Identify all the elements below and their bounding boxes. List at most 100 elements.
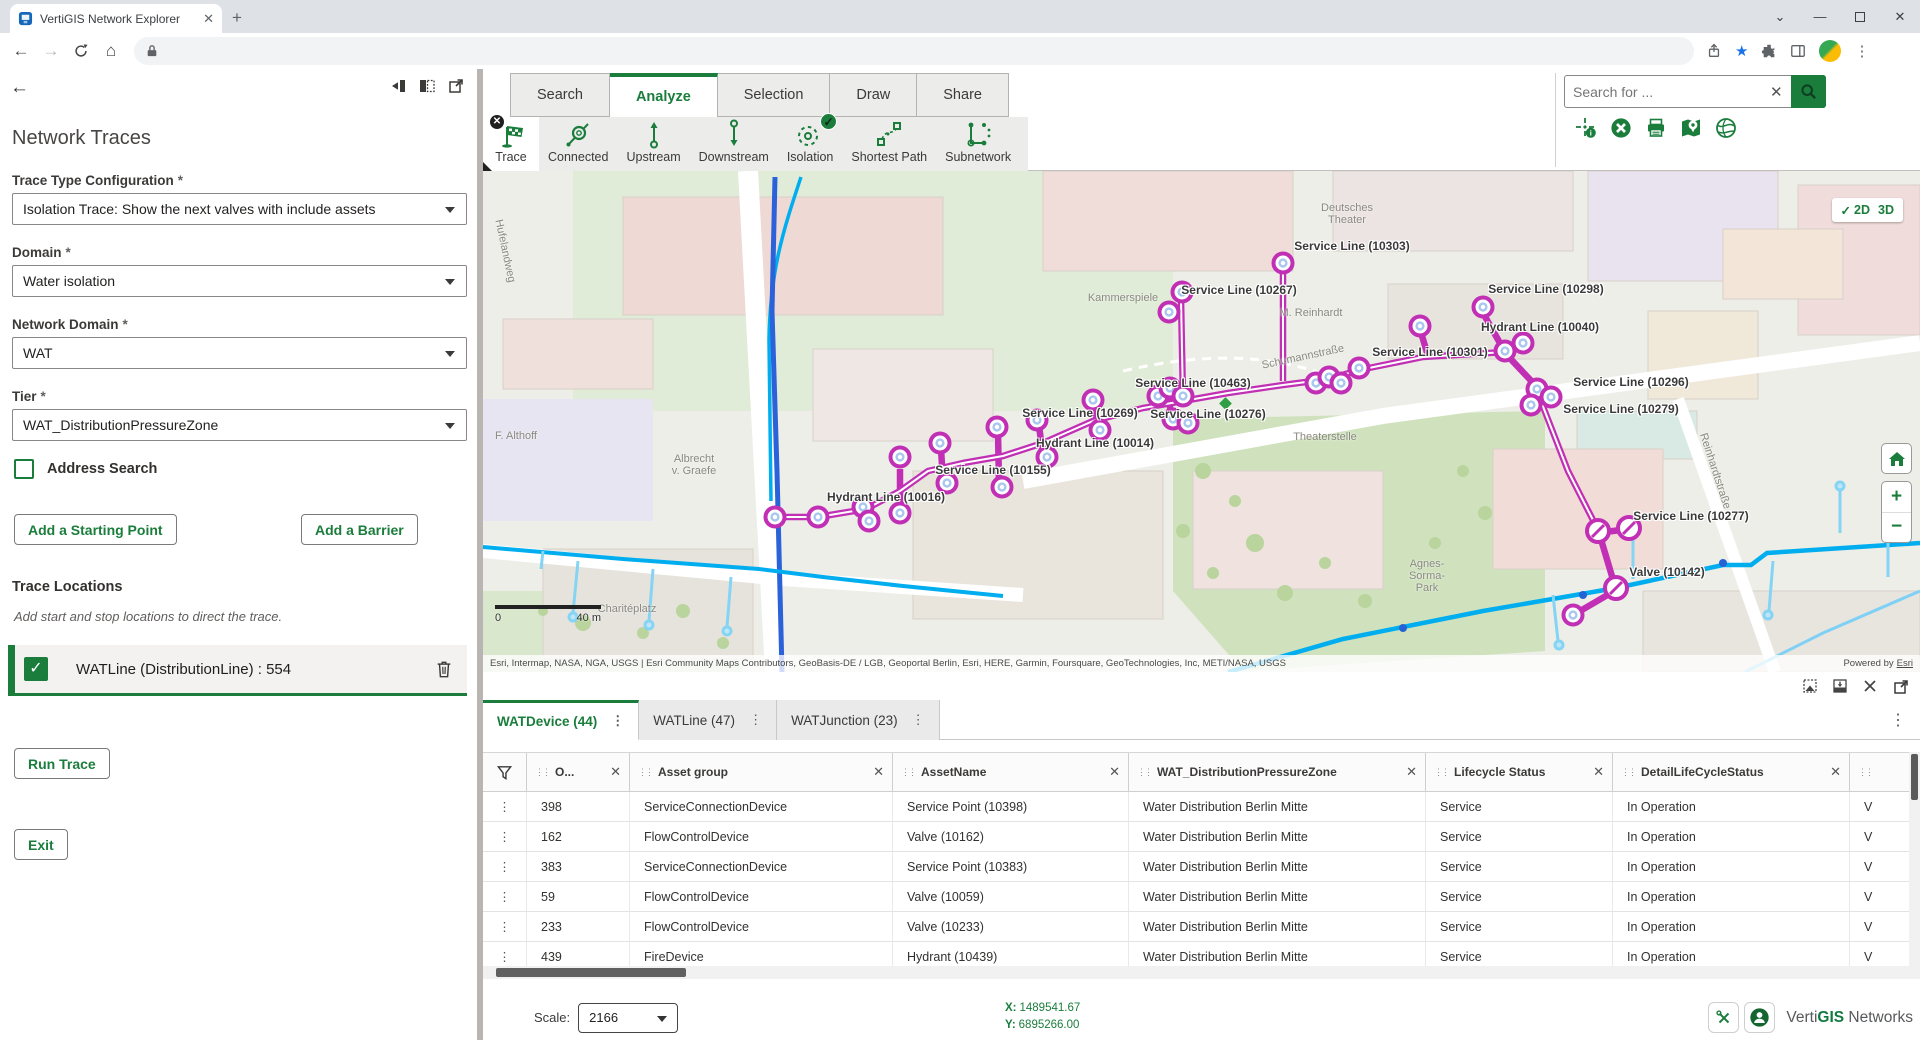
tier-select[interactable]: WAT_DistributionPressureZone [12,409,467,441]
row-menu-icon[interactable]: ⋮ [483,912,527,941]
tool-downstream[interactable]: Downstream [690,117,778,171]
drag-handle-icon[interactable]: ⋮⋮ [1621,768,1635,777]
back-icon[interactable]: ← [6,41,36,61]
trace-location-item[interactable]: ✓ WATLine (DistributionLine) : 554 [8,645,467,693]
results-tab-watline[interactable]: WATLine (47)⋮ [639,700,777,740]
network-domain-select[interactable]: WAT [12,337,467,369]
tab-draw[interactable]: Draw [830,73,917,117]
tool-upstream[interactable]: Upstream [617,117,689,171]
add-starting-point-button[interactable]: Add a Starting Point [14,514,177,545]
search-button[interactable] [1791,75,1826,108]
zoom-out-button[interactable]: − [1882,513,1911,543]
zoom-in-button[interactable]: + [1882,482,1911,513]
tool-subnetwork[interactable]: Subnetwork [936,117,1020,171]
close-icon[interactable] [1862,678,1878,694]
remove-column-icon[interactable]: ✕ [1593,764,1604,780]
row-menu-icon[interactable]: ⋮ [483,792,527,821]
bookmark-star-icon[interactable]: ★ [1735,42,1748,60]
results-tab-watjunction[interactable]: WATJunction (23)⋮ [777,700,940,740]
new-tab-button[interactable]: + [232,8,242,28]
column-header[interactable]: ⋮⋮WAT_DistributionPressureZone✕ [1129,753,1426,791]
tab-menu-icon[interactable]: ⋮ [611,713,624,729]
esri-link[interactable]: Esri [1897,658,1913,669]
tab-selection[interactable]: Selection [718,73,831,117]
extent-icon[interactable] [1802,678,1818,694]
address-search-checkbox[interactable] [14,459,34,479]
table-row[interactable]: ⋮383ServiceConnectionDeviceService Point… [483,852,1920,882]
map-search-box[interactable]: ✕ [1564,75,1826,108]
row-menu-icon[interactable]: ⋮ [483,822,527,851]
cancel-icon[interactable] [1610,117,1632,139]
filter-icon[interactable] [483,753,527,791]
table-row[interactable]: ⋮439FireDeviceHydrant (10439)Water Distr… [483,942,1920,966]
column-header[interactable]: ⋮⋮DetailLifeCycleStatus✕ [1613,753,1850,791]
table-row[interactable]: ⋮233FlowControlDeviceValve (10233)Water … [483,912,1920,942]
remove-column-icon[interactable]: ✕ [873,764,884,780]
account-button[interactable] [1744,1002,1775,1033]
tool-trace[interactable]: ✕Trace [483,117,539,171]
reload-icon[interactable] [66,43,96,59]
drag-handle-icon[interactable]: ⋮⋮ [638,768,652,777]
remove-column-icon[interactable]: ✕ [1830,764,1841,780]
tools-button[interactable] [1708,1002,1739,1033]
tab-menu-icon[interactable]: ⋮ [912,712,925,728]
item-checkbox[interactable]: ✓ [24,657,48,681]
extensions-icon[interactable] [1761,43,1777,59]
open-new-icon[interactable] [447,77,465,95]
tab-search[interactable]: Search [510,73,610,117]
table-row[interactable]: ⋮398ServiceConnectionDeviceService Point… [483,792,1920,822]
tab-close-icon[interactable]: ✕ [203,12,214,25]
url-bar[interactable] [134,37,1694,65]
tool-shortest-path[interactable]: Shortest Path [842,117,936,171]
column-header[interactable]: ⋮⋮Lifecycle Status✕ [1426,753,1613,791]
remove-column-icon[interactable]: ✕ [1109,764,1120,780]
close-button[interactable]: ✕ [1880,0,1920,33]
column-header[interactable]: ⋮⋮AssetName✕ [893,753,1129,791]
remove-column-icon[interactable]: ✕ [610,764,621,780]
panel-back-icon[interactable]: ← [10,77,29,99]
table-row[interactable]: ⋮59FlowControlDeviceValve (10059)Water D… [483,882,1920,912]
dock-right-icon[interactable] [418,77,436,95]
results-tab-watdevice[interactable]: WATDevice (44)⋮ [483,700,639,740]
results-panel-menu-icon[interactable]: ⋮ [1890,700,1920,739]
exit-button[interactable]: Exit [14,829,68,860]
print-icon[interactable] [1645,117,1667,139]
home-extent-button[interactable] [1881,443,1912,474]
home-icon[interactable]: ⌂ [96,41,126,61]
drag-handle-icon[interactable]: ⋮⋮ [1137,768,1151,777]
search-input[interactable] [1565,84,1762,100]
share-icon[interactable] [1706,43,1722,59]
view-3d[interactable]: 3D [1878,203,1894,217]
column-header[interactable]: ⋮⋮Asset group✕ [630,753,893,791]
identify-icon[interactable]: i [1575,117,1597,139]
drag-handle-icon[interactable]: ⋮⋮ [1434,768,1448,777]
maximize-button[interactable] [1840,0,1880,33]
collapse-left-icon[interactable] [389,77,407,95]
dock-bottom-icon[interactable] [1832,678,1848,694]
map-canvas[interactable] [483,171,1920,672]
tool-isolation[interactable]: ✓Isolation [778,117,843,171]
view-2d[interactable]: 2D [1854,203,1870,217]
profile-avatar[interactable] [1819,40,1841,62]
column-header[interactable]: ⋮⋮O...✕ [527,753,630,791]
row-menu-icon[interactable]: ⋮ [483,942,527,966]
row-menu-icon[interactable]: ⋮ [483,882,527,911]
browser-tab[interactable]: VertiGIS Network Explorer ✕ [10,4,222,33]
minimize-button[interactable]: — [1800,0,1840,33]
scale-select[interactable]: 2166 [578,1003,678,1033]
side-panel-icon[interactable] [1790,43,1806,59]
tab-share[interactable]: Share [917,73,1009,117]
basemap-icon[interactable] [1715,117,1737,139]
view-2d-3d-toggle[interactable]: ✓ 2D 3D [1832,198,1903,222]
tab-search-icon[interactable]: ⌄ [1760,0,1800,33]
row-menu-icon[interactable]: ⋮ [483,852,527,881]
table-row[interactable]: ⋮162FlowControlDeviceValve (10162)Water … [483,822,1920,852]
search-clear-icon[interactable]: ✕ [1762,83,1791,101]
open-new-icon[interactable] [1892,678,1908,694]
horizontal-scrollbar[interactable] [483,966,1920,979]
tab-menu-icon[interactable]: ⋮ [749,712,762,728]
forward-icon[interactable]: → [36,41,66,61]
browser-menu-icon[interactable]: ⋮ [1854,42,1869,60]
domain-select[interactable]: Water isolation [12,265,467,297]
vertical-scrollbar[interactable] [1909,752,1920,978]
